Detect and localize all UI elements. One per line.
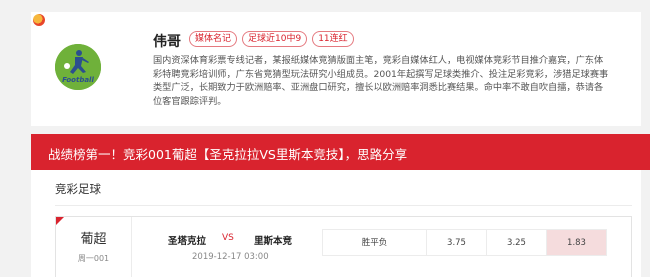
vs-label: VS — [222, 233, 234, 243]
odds-win[interactable]: 3.75 — [426, 229, 487, 256]
corner-flag-icon — [56, 217, 64, 225]
logo-icon — [33, 14, 45, 26]
bet-type-label: 胜平负 — [322, 229, 427, 256]
match-number: 周一001 — [77, 254, 110, 263]
odds-loss-selected[interactable]: 1.83 — [546, 229, 607, 256]
article-title: 战绩榜第一！竞彩001葡超【圣克拉拉VS里斯本竞技】，思路分享 — [48, 147, 408, 162]
odds-draw[interactable]: 3.25 — [486, 229, 547, 256]
home-team: 圣塔克拉 — [168, 236, 207, 247]
expert-name: 伟哥 — [153, 34, 181, 50]
odds-table: 胜平负 3.75 3.25 1.83 — [322, 229, 607, 256]
league-name: 葡超 — [80, 232, 107, 247]
away-team: 里斯本竞 — [254, 236, 293, 247]
article-title-banner: 战绩榜第一！竞彩001葡超【圣克拉拉VS里斯本竞技】，思路分享 — [31, 134, 650, 170]
divider — [131, 217, 132, 277]
expert-bio: 国内资深体育彩票专线记者，某报纸媒体竞猜版面主笔，竞彩自媒体红人，电视媒体竞彩节… — [153, 55, 609, 107]
football-avatar-icon: Football — [55, 44, 101, 90]
badge-streak: 11连红 — [312, 31, 354, 47]
badge-list: 媒体名记 足球近10中9 11连红 — [189, 31, 354, 47]
match-time: 2019-12-17 03:00 — [192, 252, 269, 262]
badge-hit-rate: 足球近10中9 — [242, 31, 308, 47]
avatar-text: Football — [62, 76, 94, 84]
divider — [55, 205, 632, 206]
recommendation-section: 竞彩足球 葡超 周一001 圣塔克拉 VS 里斯本竞 2019-12-17 03… — [31, 170, 641, 277]
section-title: 竞彩足球 — [55, 182, 101, 196]
avatar[interactable]: Football — [55, 44, 101, 90]
badge-title: 媒体名记 — [189, 31, 238, 47]
expert-profile-card: Football 伟哥 媒体名记 足球近10中9 11连红 国内资深体育彩票专线… — [31, 12, 641, 126]
match-card[interactable]: 葡超 周一001 圣塔克拉 VS 里斯本竞 2019-12-17 03:00 胜… — [55, 216, 632, 277]
